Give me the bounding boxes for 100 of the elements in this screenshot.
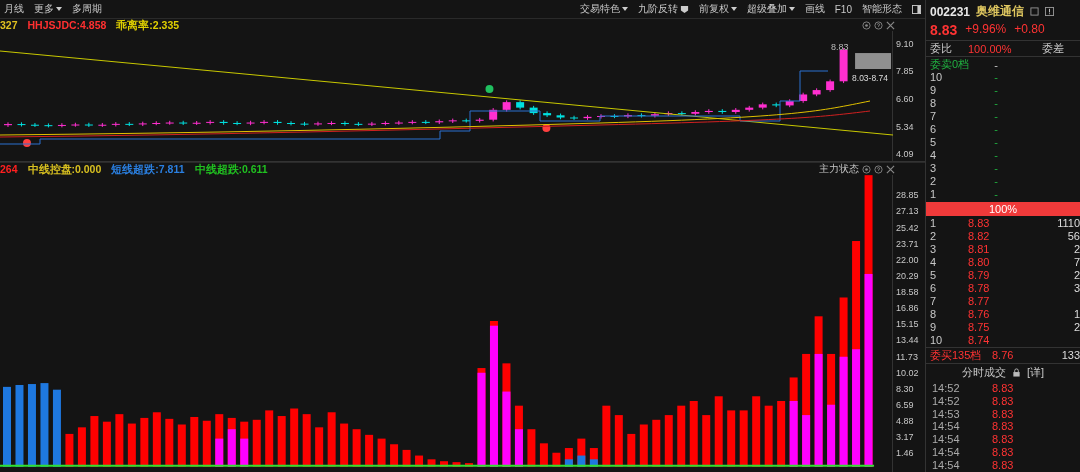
axis-label: 22.00 <box>896 254 919 265</box>
indicator-value: 中线控盘:0.000 <box>27 163 102 175</box>
level-number: 3 <box>930 243 938 256</box>
bid-price: 8.81 <box>968 243 991 256</box>
bid-volume: 2 <box>1072 321 1080 334</box>
axis-label: 4.88 <box>896 416 914 427</box>
axis-label: 25.42 <box>896 222 919 233</box>
last-price: 8.83 <box>930 22 958 38</box>
bid-volume: 2 <box>1072 243 1080 256</box>
stock-name: 奥维通信 <box>976 3 1025 20</box>
level-number: 7 <box>930 295 938 308</box>
bid-volume: 2 <box>1072 269 1080 282</box>
level-number: 5 <box>930 269 938 282</box>
bid-volume: 3 <box>1072 282 1080 295</box>
trade-price: 8.83 <box>992 459 1015 472</box>
indicator-title: 主力状态 <box>819 162 859 176</box>
trade-price: 8.83 <box>992 446 1015 459</box>
axis-label: 6.60 <box>896 93 914 104</box>
trade-price: 8.83 <box>992 433 1015 446</box>
ask-price: - <box>993 149 999 162</box>
ask-price: - <box>993 175 999 188</box>
trade-time: 14:54 <box>932 433 961 446</box>
trade-price: 8.83 <box>992 407 1015 420</box>
axis-label: 15.15 <box>896 319 919 330</box>
indicator-value: 264 <box>0 163 18 175</box>
level-number: 8 <box>930 97 938 110</box>
indicator-value: HHJSJDC:4.858 <box>27 19 107 31</box>
ratio-label: 委比 <box>930 41 953 57</box>
indicator-value: 327 <box>0 19 18 31</box>
level-number: 6 <box>930 282 938 295</box>
level-number: 4 <box>930 149 938 162</box>
ratio-value: 100.00% <box>968 42 1013 55</box>
axis-label: 13.44 <box>896 335 919 346</box>
level-number: 10 <box>930 71 944 84</box>
buy-summary-price: 8.76 <box>992 349 1015 362</box>
ask-price: - <box>993 123 999 136</box>
axis-label: 4.09 <box>896 148 914 159</box>
trade-price: 8.83 <box>992 394 1015 407</box>
level-number: 4 <box>930 256 938 269</box>
trades-title: 分时成交 <box>961 364 1006 380</box>
axis-label: 6.59 <box>896 399 914 410</box>
trade-time: 14:53 <box>932 407 961 420</box>
axis-label: 18.58 <box>896 287 919 297</box>
indicator-value: 短线超跌:7.811 <box>111 163 185 175</box>
change-amount: +0.80 <box>1014 22 1045 38</box>
level-number: 3 <box>930 162 938 175</box>
bid-volume: 7 <box>1072 256 1080 269</box>
axis-label: 27.13 <box>896 206 919 217</box>
level-number: 8 <box>930 308 938 321</box>
sell-summary-value: - <box>993 58 999 71</box>
bid-price: 8.77 <box>968 295 991 308</box>
bid-price: 8.78 <box>968 282 991 295</box>
bid-price: 8.83 <box>968 217 991 230</box>
ask-price: - <box>993 71 999 84</box>
axis-label: 7.85 <box>896 66 914 77</box>
bid-price: 8.76 <box>968 308 991 321</box>
price-range-annotation: 8.03-8.74 <box>852 73 888 83</box>
trade-time: 14:52 <box>932 381 961 394</box>
level-number: 9 <box>930 321 938 334</box>
trade-time: 14:54 <box>932 446 961 459</box>
ask-price: - <box>993 97 999 110</box>
axis-label: 1.46 <box>896 448 914 459</box>
sell-summary-label: 委卖0档 <box>930 57 968 73</box>
axis-label: 3.17 <box>896 432 914 443</box>
axis-label: 20.29 <box>896 270 919 281</box>
bid-price: 8.82 <box>968 230 991 243</box>
bid-volume: 56 <box>1066 230 1080 243</box>
level-number: 2 <box>930 230 938 243</box>
ask-price: - <box>993 84 999 97</box>
level-number: 9 <box>930 84 938 97</box>
bid-price: 8.74 <box>968 334 991 347</box>
price-annotation: 8.83 <box>831 42 849 53</box>
trade-time: 14:54 <box>932 459 961 472</box>
indicator-value: 乖离率:2.335 <box>116 19 180 31</box>
ask-price: - <box>993 188 999 201</box>
change-percent: +9.96% <box>965 22 1007 38</box>
buy-summary-volume: 133 <box>1060 349 1080 362</box>
level-number: 6 <box>930 123 938 136</box>
level-number: 1 <box>930 217 938 230</box>
axis-label: 28.85 <box>896 190 919 201</box>
level-number: 5 <box>930 136 938 149</box>
trade-time: 14:54 <box>932 420 961 433</box>
buy-summary-label: 委买135档 <box>930 347 983 363</box>
stock-code: 002231 <box>930 4 971 19</box>
level-number: 1 <box>930 188 938 201</box>
axis-label: 8.30 <box>896 383 914 394</box>
ask-price: - <box>993 162 999 175</box>
diff-label: 委差 <box>1042 41 1065 57</box>
axis-label: 5.34 <box>896 121 914 132</box>
level-number: 10 <box>930 334 944 347</box>
axis-label: 11.73 <box>896 351 918 362</box>
axis-label: 23.71 <box>896 238 919 249</box>
level-number: 7 <box>930 110 938 123</box>
axis-label: 9.10 <box>896 38 914 49</box>
level-number: 2 <box>930 175 938 188</box>
bid-volume: 1110 <box>1056 217 1080 230</box>
bid-price: 8.79 <box>968 269 991 282</box>
bid-price: 8.75 <box>968 321 991 334</box>
trade-price: 8.83 <box>992 420 1015 433</box>
bid-price: 8.80 <box>968 256 991 269</box>
